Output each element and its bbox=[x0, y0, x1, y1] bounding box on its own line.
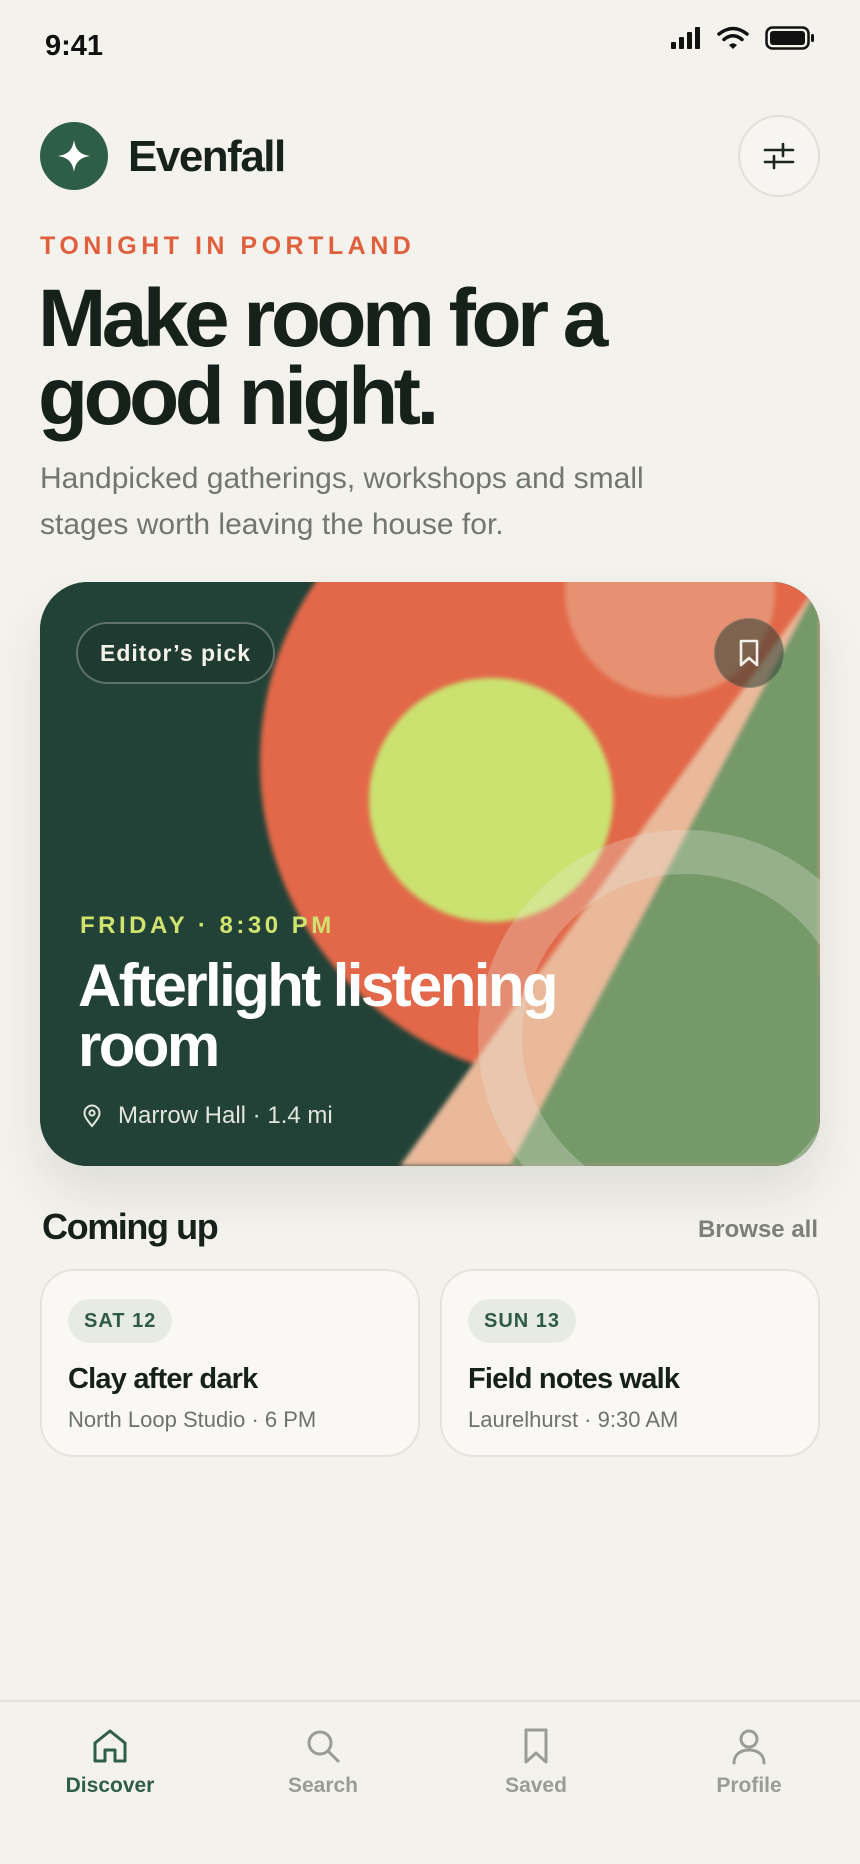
event-card[interactable]: SAT 12 Clay after dark North Loop Studio… bbox=[40, 1269, 420, 1457]
page-subhead: Handpicked gatherings, workshops and sma… bbox=[40, 462, 644, 541]
tab-label: Profile bbox=[716, 1774, 782, 1797]
search-icon bbox=[307, 1730, 340, 1763]
tab-discover[interactable]: Discover bbox=[30, 1726, 190, 1826]
event-date-chip: SAT 12 bbox=[68, 1299, 173, 1343]
location-eyebrow: TONIGHT IN PORTLAND bbox=[40, 232, 416, 260]
bottom-tab-bar: Discover Search Saved Profile bbox=[0, 1700, 860, 1864]
tab-label: Saved bbox=[505, 1774, 567, 1797]
event-date-chip: SUN 13 bbox=[468, 1299, 577, 1343]
tab-saved[interactable]: Saved bbox=[456, 1726, 616, 1826]
tab-label: Discover bbox=[65, 1774, 155, 1797]
wifi-icon bbox=[717, 26, 749, 49]
app-logo bbox=[40, 122, 108, 190]
sparkle-icon bbox=[58, 140, 90, 172]
event-venue: Marrow Hall · 1.4 mi bbox=[82, 1102, 333, 1130]
filter-button[interactable] bbox=[738, 115, 820, 197]
tab-search[interactable]: Search bbox=[243, 1726, 403, 1826]
status-bar: 9:41 bbox=[0, 0, 860, 96]
bookmark-icon bbox=[524, 1728, 548, 1764]
browse-all-link[interactable]: Browse all bbox=[698, 1216, 818, 1244]
status-time: 9:41 bbox=[45, 30, 104, 62]
editors-pick-badge: Editor’s pick bbox=[76, 622, 276, 684]
cellular-signal-icon bbox=[671, 27, 700, 49]
page-headline: Make room for a good night. bbox=[38, 273, 608, 442]
tab-profile[interactable]: Profile bbox=[669, 1726, 829, 1826]
event-card-title: Clay after dark bbox=[68, 1363, 258, 1395]
event-card-title: Field notes walk bbox=[468, 1363, 680, 1395]
save-event-button[interactable] bbox=[714, 618, 784, 688]
featured-event-card[interactable]: Editor’s pick FRIDAY · 8:30 PM Afterligh… bbox=[40, 582, 820, 1166]
event-datetime: FRIDAY · 8:30 PM bbox=[80, 912, 335, 939]
event-card-meta: Laurelhurst · 9:30 AM bbox=[468, 1407, 679, 1432]
status-icons bbox=[671, 26, 815, 50]
event-venue-label: Marrow Hall · 1.4 mi bbox=[118, 1102, 333, 1129]
app-name: Evenfall bbox=[128, 132, 286, 181]
bookmark-icon bbox=[739, 639, 759, 667]
location-pin-icon bbox=[83, 1104, 101, 1128]
home-icon bbox=[93, 1729, 127, 1763]
event-card[interactable]: SUN 13 Field notes walk Laurelhurst · 9:… bbox=[440, 1269, 820, 1457]
person-icon bbox=[732, 1729, 766, 1765]
event-card-meta: North Loop Studio · 6 PM bbox=[68, 1407, 317, 1432]
tab-label: Search bbox=[287, 1774, 359, 1797]
battery-icon bbox=[765, 26, 814, 50]
sliders-icon bbox=[763, 142, 795, 170]
event-title: Afterlight listening room bbox=[78, 952, 559, 1079]
coming-up-heading: Coming up bbox=[42, 1206, 219, 1247]
